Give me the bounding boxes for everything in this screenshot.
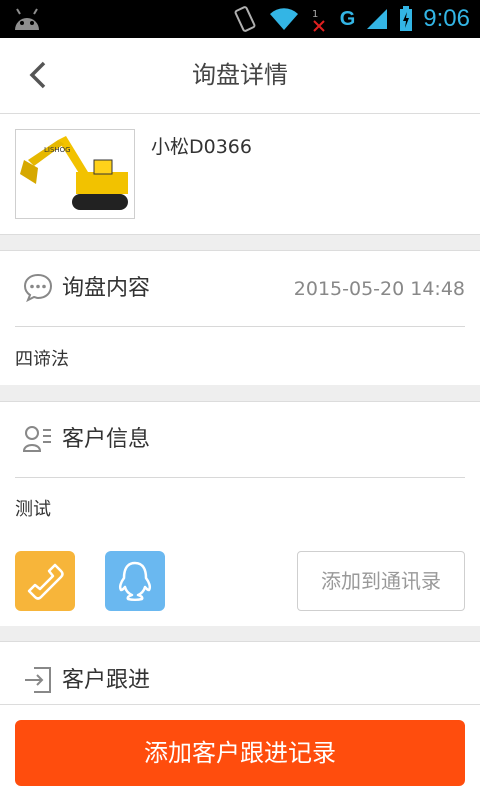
add-to-contacts-button[interactable]: 添加到通讯录 [297, 551, 465, 611]
nav-header: 询盘详情 [0, 38, 480, 114]
inquiry-content: 四谛法 [15, 349, 69, 370]
contact-card-icon [22, 426, 51, 452]
customer-section: 客户信息 测试 添加到通讯录 [0, 402, 480, 626]
qq-button[interactable] [105, 551, 165, 611]
page-title: 询盘详情 [192, 61, 288, 89]
status-bar: 1 G 9:06 [0, 0, 480, 38]
wifi-icon [269, 8, 298, 30]
signal-icon [367, 9, 388, 29]
inquiry-label: 询盘内容 [62, 276, 151, 301]
divider [15, 326, 465, 327]
chat-bubble-icon [23, 273, 53, 303]
product-image: LISHOG [15, 129, 135, 219]
inquiry-section: 询盘内容 2015-05-20 14:48 四谛法 [0, 251, 480, 385]
section-spacer [0, 385, 480, 402]
product-name: 小松D0366 [151, 136, 252, 158]
vibrate-icon [234, 6, 256, 32]
excavator-brand: LISHOG [44, 146, 71, 154]
phone-icon [27, 563, 64, 600]
customer-name: 测试 [15, 499, 51, 520]
svg-text:1: 1 [312, 9, 318, 20]
network-type: G [339, 7, 356, 30]
inquiry-date: 2015-05-20 14:48 [293, 278, 465, 300]
followup-section: 客户跟进 [0, 642, 480, 704]
divider [15, 477, 465, 478]
login-arrow-icon [25, 667, 51, 693]
section-spacer [0, 626, 480, 642]
no-sim-icon: 1 [312, 9, 325, 32]
customer-header: 客户信息 [0, 402, 480, 478]
footer-bar: 添加客户跟进记录 [0, 704, 480, 801]
product-card[interactable]: LISHOG 小松D0366 [0, 114, 480, 235]
section-spacer [0, 235, 480, 251]
inquiry-header: 询盘内容 2015-05-20 14:48 [0, 251, 480, 327]
qq-penguin-icon [118, 561, 152, 601]
excavator-image: LISHOG [16, 130, 134, 218]
call-button[interactable] [15, 551, 75, 611]
battery-icon [400, 6, 413, 31]
add-followup-record-button[interactable]: 添加客户跟进记录 [15, 720, 465, 786]
clock: 9:06 [423, 5, 470, 32]
android-notification-icon [15, 8, 39, 30]
customer-label: 客户信息 [62, 427, 151, 452]
